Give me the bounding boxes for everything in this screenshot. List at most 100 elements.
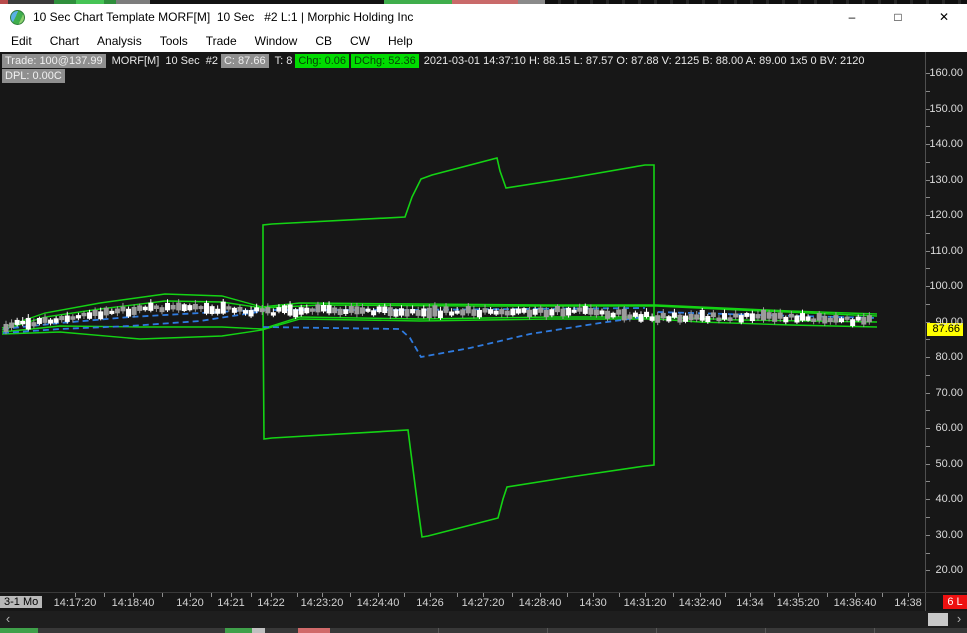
- time-axis-label: 14:22: [257, 597, 285, 609]
- menu-item-analysis[interactable]: Analysis: [88, 31, 151, 51]
- price-axis-label: 130.00: [929, 173, 963, 186]
- minimize-button[interactable]: –: [829, 4, 875, 30]
- axis-tick: [926, 304, 930, 305]
- window-title: 10 Sec Chart Template MORF[M] 10 Sec #2 …: [33, 10, 414, 24]
- axis-tick: [162, 593, 163, 597]
- candle-body: [282, 305, 287, 314]
- axis-tick: [540, 593, 541, 597]
- dpl-badge: DPL: 0.00C: [2, 69, 65, 83]
- menu-bar: Edit Chart Analysis Tools Trade Window CB CW Hel…: [0, 30, 967, 52]
- candle-body: [655, 315, 661, 323]
- price-axis-label: 20.00: [935, 564, 963, 577]
- candle-body: [688, 313, 694, 321]
- time-axis-label: 14:17:20: [53, 597, 97, 609]
- candle-body: [733, 313, 739, 318]
- menu-item-cb[interactable]: CB: [306, 31, 341, 51]
- candle-body: [521, 308, 527, 313]
- candle-body: [800, 313, 806, 321]
- scrollbar-thumb[interactable]: [928, 613, 948, 626]
- candle-body: [220, 301, 226, 314]
- price-axis-label: 30.00: [935, 528, 963, 541]
- candle-body: [566, 307, 572, 316]
- candle-body: [382, 306, 388, 314]
- candle-body: [493, 310, 499, 315]
- candle-body: [454, 310, 460, 314]
- menu-item-window[interactable]: Window: [246, 31, 307, 51]
- menu-item-cw[interactable]: CW: [341, 31, 379, 51]
- candle-body: [460, 309, 466, 316]
- candle-body: [449, 311, 455, 316]
- candle-body: [248, 310, 254, 317]
- app-globe-icon: [10, 9, 25, 25]
- candle-body: [103, 307, 109, 316]
- axis-tick: [926, 251, 930, 252]
- axis-tick: [926, 410, 930, 411]
- maximize-button[interactable]: □: [875, 4, 921, 30]
- time-axis-label: 14:36:40: [833, 597, 877, 609]
- candle-body: [850, 319, 856, 326]
- candle-body: [839, 318, 844, 323]
- time-axis-label: 14:30: [579, 597, 607, 609]
- price-axis-label: 70.00: [935, 386, 963, 399]
- title-bar[interactable]: 10 Sec Chart Template MORF[M] 10 Sec #2 …: [0, 4, 967, 30]
- axis-tick: [190, 593, 191, 597]
- period-label: 3-1 Mo: [0, 596, 43, 608]
- scroll-right-icon[interactable]: ›: [951, 611, 967, 628]
- background-window-strip-bottom: [0, 628, 967, 633]
- strip-segment: [330, 628, 967, 633]
- candle-body: [393, 309, 399, 317]
- price-axis-label: 120.00: [929, 209, 963, 222]
- axis-tick: [798, 593, 799, 597]
- price-axis-label: 60.00: [935, 422, 963, 435]
- axis-tick: [926, 357, 930, 358]
- candle-body: [343, 309, 349, 314]
- price-axis[interactable]: 87.66 160.00 150.00 140.00 130.00 120.00 110.…: [925, 52, 967, 611]
- candle-body: [131, 306, 137, 315]
- candle-body: [599, 310, 605, 315]
- close-button[interactable]: ✕: [921, 4, 967, 30]
- candle-body: [9, 322, 15, 328]
- candle-body: [326, 305, 332, 314]
- axis-tick: [673, 593, 674, 597]
- axis-tick: [926, 197, 930, 198]
- strip-segment: [38, 628, 225, 633]
- axis-tick: [827, 593, 828, 597]
- axis-tick: [926, 375, 930, 376]
- strip-segment: [298, 628, 330, 633]
- horizontal-scrollbar[interactable]: ‹ ›: [0, 611, 967, 628]
- candle-body: [777, 312, 783, 319]
- axis-tick: [104, 593, 105, 597]
- candle-body: [404, 309, 410, 317]
- candle-body: [75, 315, 81, 319]
- candle-body: [543, 309, 549, 318]
- axis-tick: [926, 428, 930, 429]
- price-axis-label: 50.00: [935, 457, 963, 470]
- candle-body: [515, 308, 521, 314]
- scroll-left-icon[interactable]: ‹: [0, 611, 16, 628]
- candle-body: [165, 302, 171, 311]
- candle-body: [844, 316, 850, 320]
- candle-body: [64, 315, 70, 322]
- candle-body: [337, 308, 343, 315]
- axis-tick: [251, 593, 252, 597]
- time-axis[interactable]: 3-1 Mo 6 L 14:17:20 14:18:40 14:20 14:21 14:…: [0, 592, 967, 611]
- axis-tick: [593, 593, 594, 597]
- candle-body: [148, 302, 154, 311]
- time-axis-label: 14:24:40: [356, 597, 400, 609]
- menu-item-chart[interactable]: Chart: [41, 31, 88, 51]
- chart-canvas[interactable]: [0, 52, 925, 592]
- trade-quantity-badge[interactable]: Trade: 100@137.99: [2, 54, 106, 68]
- time-axis-label: 14:32:40: [678, 597, 722, 609]
- candle-body: [621, 308, 627, 321]
- axis-tick: [926, 446, 930, 447]
- menu-item-trade[interactable]: Trade: [197, 31, 246, 51]
- axis-tick: [926, 570, 930, 571]
- menu-item-edit[interactable]: Edit: [2, 31, 41, 51]
- candle-body: [554, 305, 560, 313]
- candle-body: [365, 308, 371, 312]
- menu-item-tools[interactable]: Tools: [151, 31, 197, 51]
- time-axis-label: 14:35:20: [776, 597, 820, 609]
- time-axis-label: 14:23:20: [300, 597, 344, 609]
- axis-tick: [404, 593, 405, 597]
- menu-item-help[interactable]: Help: [379, 31, 422, 51]
